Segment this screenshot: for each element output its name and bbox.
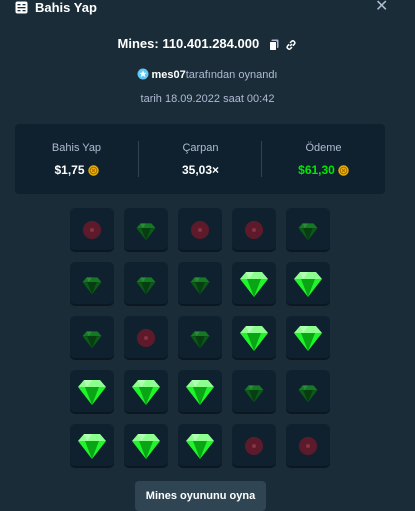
- gem-icon: [190, 330, 210, 348]
- play-mines-button[interactable]: Mines oyununu oyna: [135, 481, 266, 511]
- gem-icon: [78, 380, 106, 405]
- tile-gem: [286, 370, 330, 414]
- mine-icon: [298, 436, 318, 456]
- gem-icon: [132, 434, 160, 459]
- gem-icon: [244, 384, 264, 402]
- bet-stats-panel: Bahis Yap $1,75 Çarpan 35,03× Ödeme $61,…: [15, 124, 385, 194]
- bet-slip-icon: [15, 1, 28, 14]
- tile-gem: [124, 262, 168, 306]
- modal-title: Bahis Yap: [35, 0, 97, 15]
- username-link[interactable]: mes07: [151, 69, 185, 81]
- bet-amount-label: Bahis Yap: [51, 142, 102, 154]
- tile-mine: [70, 208, 114, 252]
- payout-value: $61,30: [262, 163, 385, 177]
- stat-payout: Ödeme $61,30: [262, 124, 385, 194]
- link-icon[interactable]: [285, 39, 297, 51]
- tile-gem-revealed: [124, 370, 168, 414]
- close-icon[interactable]: ✕: [375, 0, 388, 15]
- bet-id: Mines: 110.401.284.000: [117, 36, 260, 51]
- gem-icon: [298, 384, 318, 402]
- tile-gem: [70, 262, 114, 306]
- gem-icon: [240, 326, 268, 351]
- tile-mine: [286, 424, 330, 468]
- stat-bet: Bahis Yap $1,75: [15, 124, 138, 194]
- coin-icon: [87, 165, 99, 176]
- bet-date: tarih 18.09.2022 saat 00:42: [140, 93, 275, 105]
- gem-icon: [294, 272, 322, 297]
- tile-gem: [70, 316, 114, 360]
- played-by-row: mes07tarafından oynandı: [0, 68, 415, 82]
- copy-icon[interactable]: [268, 39, 279, 51]
- gem-icon: [82, 276, 102, 294]
- mine-icon: [244, 220, 264, 240]
- tile-gem-revealed: [286, 262, 330, 306]
- tile-mine: [232, 424, 276, 468]
- gem-icon: [240, 272, 268, 297]
- tile-gem-revealed: [178, 424, 222, 468]
- tile-mine: [178, 208, 222, 252]
- coin-icon: [338, 165, 349, 176]
- gem-icon: [136, 222, 156, 240]
- tile-gem-revealed: [70, 370, 114, 414]
- tile-gem-revealed: [286, 316, 330, 360]
- tile-mine: [232, 208, 276, 252]
- gem-icon: [78, 434, 106, 459]
- multiplier-value: 35,03×: [181, 163, 220, 177]
- gem-icon: [190, 276, 210, 294]
- payout-label: Ödeme: [305, 142, 342, 154]
- gem-icon: [132, 380, 160, 405]
- tile-gem: [178, 262, 222, 306]
- gem-icon: [82, 330, 102, 348]
- modal-header: Bahis Yap ✕: [0, 0, 415, 22]
- mine-icon: [190, 220, 210, 240]
- mines-board: [70, 208, 330, 468]
- gem-icon: [294, 326, 322, 351]
- gem-icon: [136, 276, 156, 294]
- gem-icon: [186, 380, 214, 405]
- tile-gem: [232, 370, 276, 414]
- tile-gem-revealed: [178, 370, 222, 414]
- tile-gem: [178, 316, 222, 360]
- vip-star-icon: [137, 68, 149, 80]
- tile-gem: [286, 208, 330, 252]
- mine-icon: [136, 328, 156, 348]
- tile-gem-revealed: [124, 424, 168, 468]
- tile-mine: [124, 316, 168, 360]
- tile-gem-revealed: [232, 262, 276, 306]
- multiplier-label: Çarpan: [182, 142, 219, 154]
- mine-icon: [244, 436, 264, 456]
- tile-gem-revealed: [70, 424, 114, 468]
- mine-icon: [82, 220, 102, 240]
- bet-amount-value: $1,75: [15, 163, 138, 177]
- stat-multiplier: Çarpan 35,03×: [139, 124, 262, 194]
- played-by-text: tarafından oynandı: [185, 69, 278, 81]
- bet-id-row: Mines: 110.401.284.000: [0, 36, 415, 52]
- tile-gem-revealed: [232, 316, 276, 360]
- gem-icon: [298, 222, 318, 240]
- gem-icon: [186, 434, 214, 459]
- tile-gem: [124, 208, 168, 252]
